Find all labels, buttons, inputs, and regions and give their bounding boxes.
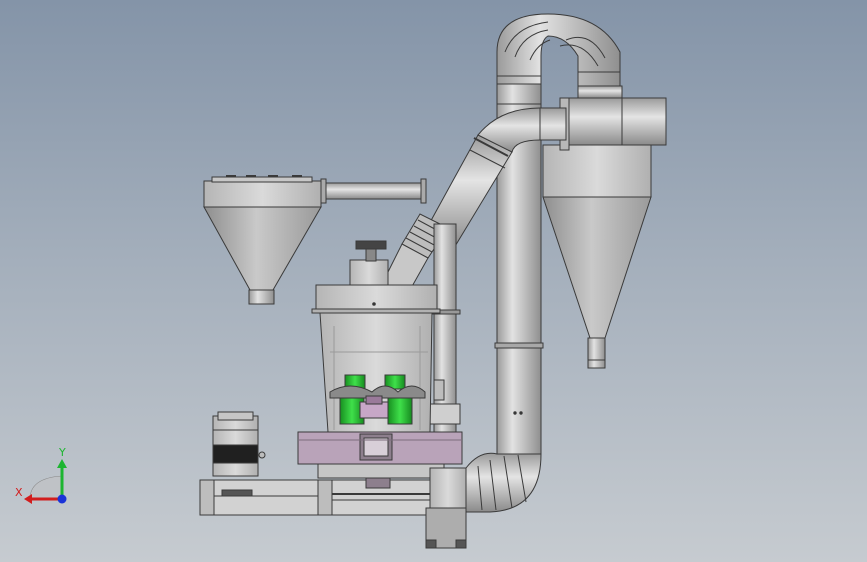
classifier-top (315, 284, 438, 310)
cyclone-inlet-box (565, 97, 667, 146)
x-axis-arrowhead (24, 494, 32, 504)
y-axis-arrowhead (57, 459, 67, 468)
triad-plane (29, 475, 63, 500)
z-axis-dot (57, 494, 67, 504)
cyclone-cone (542, 196, 652, 339)
cad-viewport[interactable]: X Y (0, 0, 867, 562)
coordinate-triad: X Y (15, 446, 67, 504)
x-axis-label: X (15, 486, 23, 499)
main-motor (212, 411, 266, 477)
blower-elbow (465, 452, 542, 513)
cyclone-outlet (587, 337, 606, 369)
y-axis-label: Y (58, 446, 66, 459)
classifier-motor-cap (355, 240, 387, 250)
riser-pipe (429, 223, 461, 465)
hopper-cone (203, 206, 322, 291)
grinding-mill-assembly-drawing: X Y (15, 13, 667, 549)
base-frame (199, 477, 431, 516)
cyclone-cylinder (542, 144, 652, 198)
